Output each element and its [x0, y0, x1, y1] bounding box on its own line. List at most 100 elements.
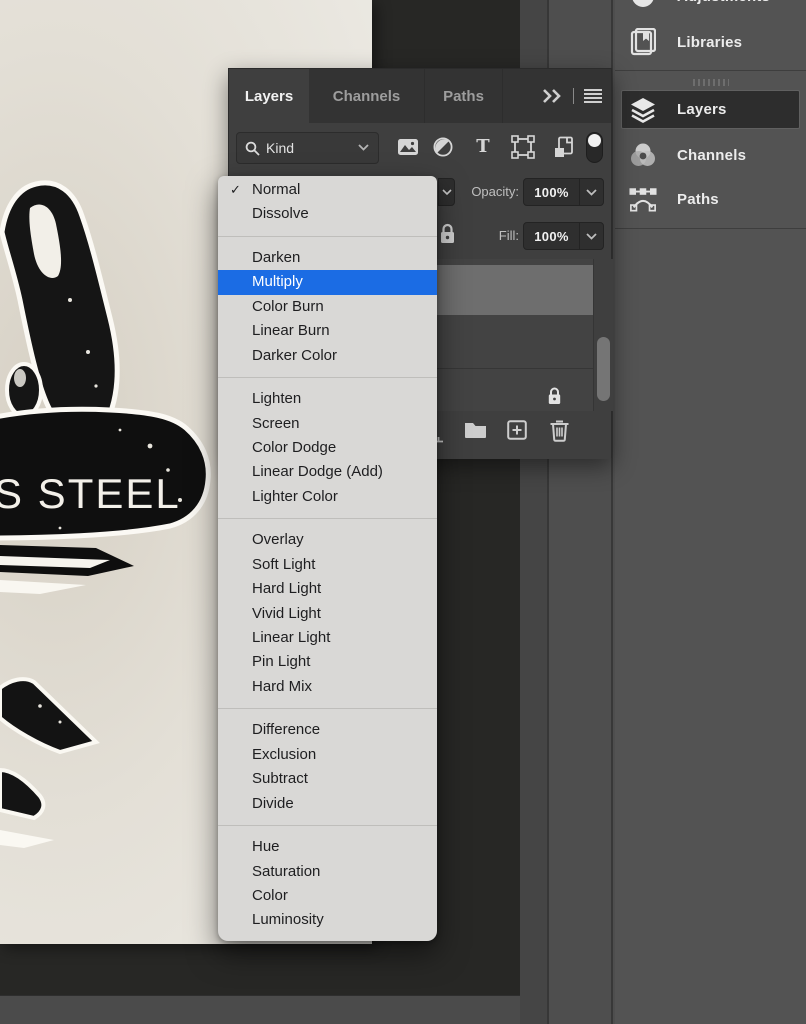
checkmark-icon: ✓	[230, 178, 241, 202]
menu-item-multiply[interactable]: Multiply	[218, 270, 437, 294]
dock-item-libraries[interactable]: Libraries	[615, 20, 806, 64]
opacity-input[interactable]: 100%	[523, 178, 604, 206]
menu-item-divide[interactable]: Divide	[218, 792, 437, 816]
menu-item-label: Linear Light	[252, 629, 330, 646]
menu-item-darker-color[interactable]: Darker Color	[218, 344, 437, 368]
menu-item-label: Color	[252, 887, 288, 904]
menu-item-linear-burn[interactable]: Linear Burn	[218, 319, 437, 343]
menu-item-exclusion[interactable]: Exclusion	[218, 743, 437, 767]
menu-item-lighten[interactable]: Lighten	[218, 387, 437, 411]
menu-item-label: Hard Mix	[252, 678, 312, 695]
tab-layers[interactable]: Layers	[229, 69, 309, 123]
menu-separator	[218, 825, 437, 826]
dock-item-adjustments[interactable]: Adjustments	[615, 0, 806, 18]
menu-item-hard-mix[interactable]: Hard Mix	[218, 675, 437, 699]
tab-paths[interactable]: Paths	[425, 69, 503, 123]
dock-item-layers[interactable]: Layers	[621, 90, 800, 129]
menu-item-soft-light[interactable]: Soft Light	[218, 553, 437, 577]
filter-kind-label: Kind	[266, 140, 294, 156]
menu-item-label: Overlay	[252, 531, 304, 548]
fill-input[interactable]: 100%	[523, 222, 604, 250]
menu-item-difference[interactable]: Difference	[218, 718, 437, 742]
menu-item-overlay[interactable]: Overlay	[218, 528, 437, 552]
dock-item-paths[interactable]: Paths	[615, 177, 806, 221]
menu-item-screen[interactable]: Screen	[218, 412, 437, 436]
menu-item-label: Dissolve	[252, 205, 309, 222]
menu-item-linear-dodge-add[interactable]: Linear Dodge (Add)	[218, 460, 437, 484]
menu-item-label: Vivid Light	[252, 605, 321, 622]
pixel-layer-filter-icon[interactable]	[396, 135, 420, 159]
menu-separator	[218, 377, 437, 378]
menu-item-label: Linear Dodge (Add)	[252, 463, 383, 480]
menu-item-label: Luminosity	[252, 911, 324, 928]
menu-item-label: Darker Color	[252, 347, 337, 364]
menu-item-pin-light[interactable]: Pin Light	[218, 650, 437, 674]
dock-grip-handle[interactable]	[693, 79, 729, 86]
dock-divider	[615, 228, 806, 229]
dock-item-label: Adjustments	[677, 0, 770, 5]
menu-item-hue[interactable]: Hue	[218, 835, 437, 859]
menu-item-linear-light[interactable]: Linear Light	[218, 626, 437, 650]
menu-item-luminosity[interactable]: Luminosity	[218, 908, 437, 932]
menu-item-color-dodge[interactable]: Color Dodge	[218, 436, 437, 460]
layer-lock-icon	[547, 387, 562, 406]
menu-item-lighter-color[interactable]: Lighter Color	[218, 485, 437, 509]
filter-kind-select[interactable]: Kind	[236, 132, 379, 164]
tab-channels[interactable]: Channels	[309, 69, 425, 123]
fill-value[interactable]: 100%	[524, 223, 579, 249]
tabbar-separator	[573, 88, 574, 104]
delete-layer-icon[interactable]	[549, 418, 570, 442]
steel-stamp-text: S STEEL	[0, 470, 181, 517]
menu-item-label: Hue	[252, 838, 280, 855]
chevron-down-icon	[358, 144, 369, 151]
menu-separator	[218, 708, 437, 709]
menu-item-subtract[interactable]: Subtract	[218, 767, 437, 791]
menu-item-hard-light[interactable]: Hard Light	[218, 577, 437, 601]
menu-item-label: Subtract	[252, 770, 308, 787]
adjustment-layer-filter-icon[interactable]	[431, 135, 455, 159]
filter-toggle-switch[interactable]	[586, 132, 603, 163]
opacity-value[interactable]: 100%	[524, 179, 579, 205]
menu-item-label: Color Burn	[252, 298, 324, 315]
menu-item-saturation[interactable]: Saturation	[218, 860, 437, 884]
menu-separator	[218, 518, 437, 519]
knife-small-shape	[0, 770, 43, 818]
dock-divider	[615, 70, 806, 71]
menu-item-label: Difference	[252, 721, 320, 738]
shape-layer-filter-icon[interactable]	[511, 135, 535, 159]
menu-item-color-burn[interactable]: Color Burn	[218, 295, 437, 319]
tab-label: Channels	[333, 88, 401, 105]
menu-item-label: Saturation	[252, 863, 320, 880]
new-layer-icon[interactable]	[507, 420, 527, 440]
menu-item-normal[interactable]: ✓Normal	[218, 178, 437, 202]
menu-item-color[interactable]: Color	[218, 884, 437, 908]
knife-blade-shape	[0, 679, 96, 752]
menu-item-label: Divide	[252, 795, 294, 812]
menu-item-darken[interactable]: Darken	[218, 246, 437, 270]
layers-icon	[629, 96, 657, 124]
search-icon	[245, 141, 260, 156]
menu-item-label: Exclusion	[252, 746, 316, 763]
dock-item-label: Libraries	[677, 34, 742, 51]
scrollbar-thumb[interactable]	[597, 337, 610, 401]
chevron-down-icon[interactable]	[579, 179, 603, 205]
smart-object-filter-icon[interactable]	[551, 135, 575, 159]
type-layer-filter-icon[interactable]: T	[471, 135, 495, 159]
blend-mode-menu: ✓Normal Dissolve DarkenMultiply Color Burn L…	[218, 176, 437, 941]
paths-icon	[629, 185, 657, 213]
menu-item-label: Pin Light	[252, 653, 310, 670]
menu-item-label: Screen	[252, 415, 300, 432]
fill-label: Fill:	[449, 228, 519, 243]
panel-menu-icon[interactable]	[583, 88, 603, 104]
menu-item-label: Lighten	[252, 390, 301, 407]
document-status-bar	[0, 995, 520, 1024]
menu-item-vivid-light[interactable]: Vivid Light	[218, 602, 437, 626]
libraries-icon	[629, 28, 657, 56]
menu-item-dissolve[interactable]: Dissolve	[218, 202, 437, 226]
collapse-panel-icon[interactable]	[542, 89, 564, 103]
menu-item-label: Lighter Color	[252, 488, 338, 505]
new-group-icon[interactable]	[464, 420, 487, 438]
dock-item-channels[interactable]: Channels	[615, 133, 806, 177]
opacity-label: Opacity:	[449, 184, 519, 199]
chevron-down-icon[interactable]	[579, 223, 603, 249]
